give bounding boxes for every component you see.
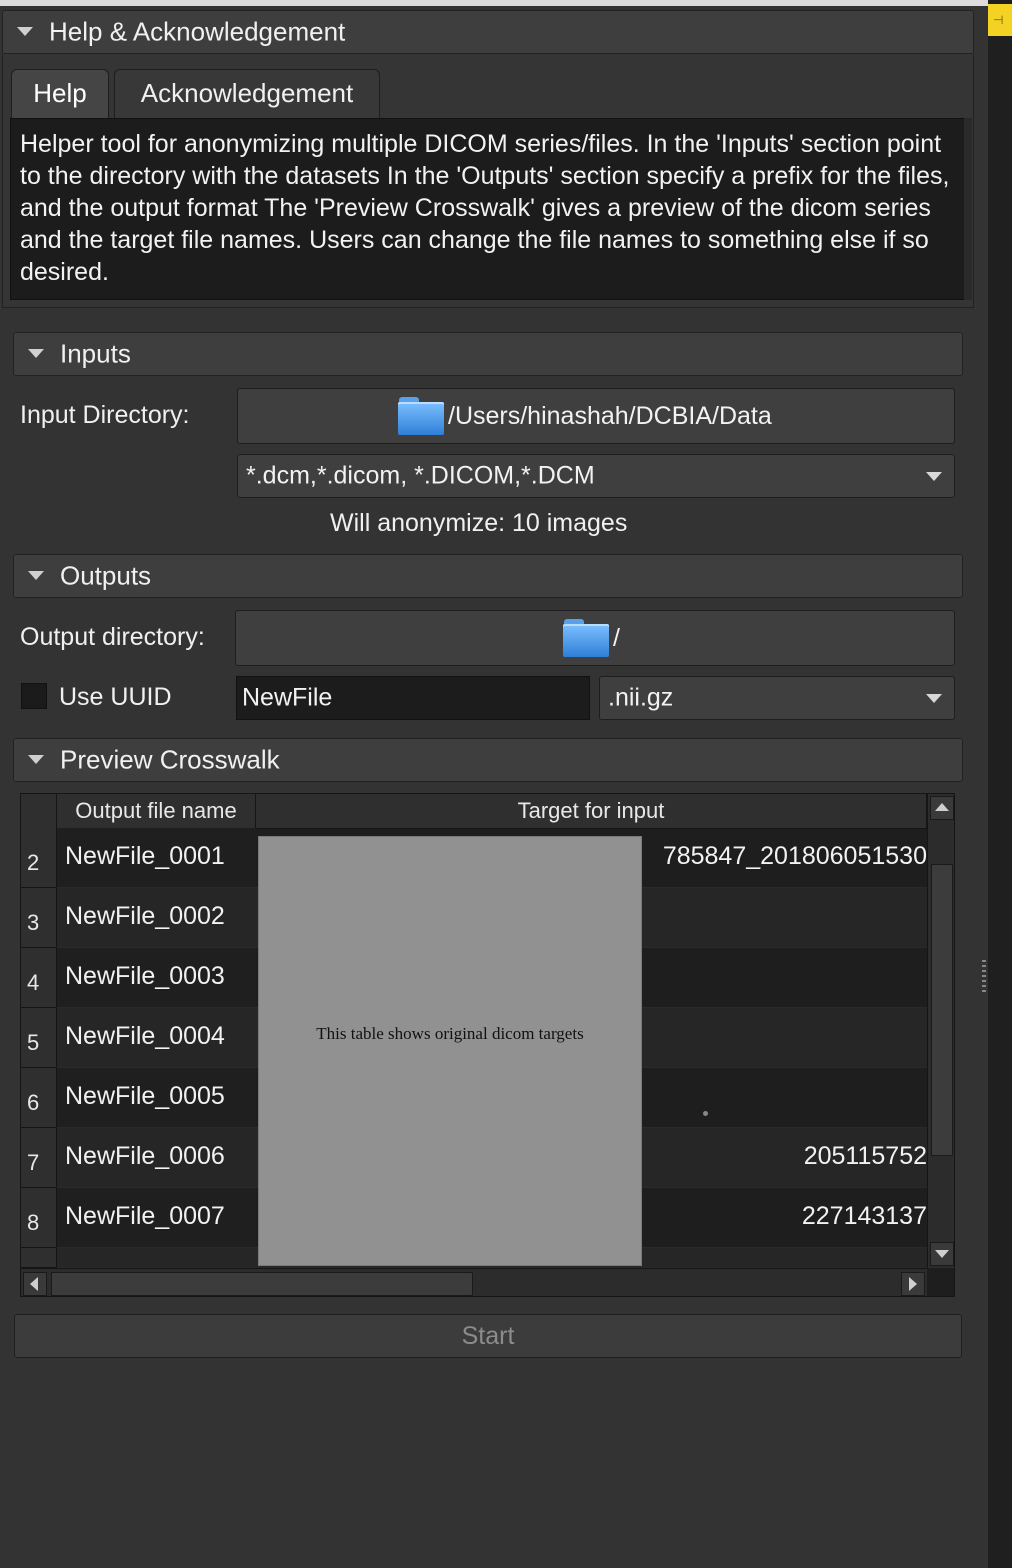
output-directory-label: Output directory:: [20, 623, 205, 651]
collapse-arrow-icon: [28, 755, 44, 764]
table-header: Output file name Target for input: [21, 794, 927, 829]
side-panel-strip: [988, 0, 1012, 1568]
preview-section-title: Preview Crosswalk: [60, 744, 280, 775]
horizontal-scrollbar[interactable]: [21, 1268, 927, 1296]
row-number: 7: [21, 1128, 57, 1188]
column-header-target[interactable]: Target for input: [256, 794, 927, 828]
outputs-section-header[interactable]: Outputs: [13, 554, 963, 598]
tab-help[interactable]: Help: [11, 69, 109, 119]
row-number: 6: [21, 1068, 57, 1128]
folder-icon: [563, 619, 609, 657]
window-top-border: [0, 0, 988, 6]
row-number: 2: [21, 828, 57, 888]
outputs-section-title: Outputs: [60, 560, 152, 591]
output-name-cell[interactable]: [57, 1248, 256, 1268]
output-directory-path: /: [613, 623, 620, 652]
collapse-arrow-icon: [17, 27, 33, 36]
scroll-up-icon[interactable]: [930, 796, 954, 820]
output-directory-button[interactable]: /: [235, 610, 955, 666]
splitter-handle[interactable]: [982, 960, 986, 994]
pin-icon: ⊣: [993, 13, 1004, 27]
horizontal-scroll-thumb[interactable]: [51, 1272, 473, 1296]
output-format-combo[interactable]: .nii.gz: [599, 676, 955, 720]
output-format-value: .nii.gz: [608, 683, 674, 712]
use-uuid-checkbox[interactable]: [21, 683, 47, 709]
preview-section-header[interactable]: Preview Crosswalk: [13, 738, 963, 782]
table-tooltip: This table shows original dicom targets: [258, 836, 642, 1266]
output-name-cell[interactable]: NewFile_0002: [57, 888, 256, 948]
input-directory-label: Input Directory:: [20, 401, 190, 429]
vertical-scrollbar[interactable]: [927, 794, 954, 1268]
inputs-section-header[interactable]: Inputs: [13, 332, 963, 376]
tooltip-text: This table shows original dicom targets: [316, 1024, 584, 1043]
row-number: 8: [21, 1188, 57, 1248]
output-name-cell[interactable]: NewFile_0001: [57, 828, 256, 888]
use-uuid-label[interactable]: Use UUID: [59, 683, 172, 712]
row-number: 3: [21, 888, 57, 948]
file-filter-value: *.dcm,*.dicom, *.DICOM,*.DCM: [246, 461, 595, 490]
output-name-cell[interactable]: NewFile_0005: [57, 1068, 256, 1128]
column-header-output-name[interactable]: Output file name: [57, 794, 256, 828]
pin-tab[interactable]: ⊣: [988, 4, 1012, 36]
chevron-down-icon: [926, 694, 942, 703]
output-name-cell[interactable]: NewFile_0007: [57, 1188, 256, 1248]
input-directory-path: /Users/hinashah/DCBIA/Data: [448, 401, 772, 430]
help-text-box[interactable]: Helper tool for anonymizing multiple DIC…: [10, 118, 966, 300]
collapse-arrow-icon: [28, 571, 44, 580]
scroll-right-icon[interactable]: [901, 1272, 925, 1296]
row-number: [21, 1248, 57, 1268]
output-name-cell[interactable]: NewFile_0006: [57, 1128, 256, 1188]
help-section-header[interactable]: Help & Acknowledgement: [2, 10, 974, 54]
help-text-scrollbar[interactable]: [964, 118, 972, 300]
vertical-scroll-thumb[interactable]: [931, 864, 953, 1156]
chevron-down-icon: [926, 472, 942, 481]
collapse-arrow-icon: [28, 349, 44, 358]
file-filter-combo[interactable]: *.dcm,*.dicom, *.DICOM,*.DCM: [237, 454, 955, 498]
start-button[interactable]: Start: [14, 1314, 962, 1358]
prefix-input[interactable]: NewFile: [236, 676, 590, 720]
corner-header[interactable]: [21, 794, 57, 828]
output-name-cell[interactable]: NewFile_0004: [57, 1008, 256, 1068]
input-directory-button[interactable]: /Users/hinashah/DCBIA/Data: [237, 388, 955, 444]
scroll-down-icon[interactable]: [930, 1242, 954, 1266]
output-name-cell[interactable]: NewFile_0003: [57, 948, 256, 1008]
anonymize-count-status: Will anonymize: 10 images: [330, 509, 628, 537]
tab-acknowledgement[interactable]: Acknowledgement: [114, 69, 380, 119]
cursor-dot: [703, 1111, 708, 1116]
inputs-section-title: Inputs: [60, 338, 131, 369]
scroll-left-icon[interactable]: [23, 1272, 47, 1296]
prefix-value: NewFile: [242, 683, 333, 712]
row-number: 5: [21, 1008, 57, 1068]
folder-icon: [398, 397, 444, 435]
help-section-title: Help & Acknowledgement: [49, 16, 346, 47]
row-number: 4: [21, 948, 57, 1008]
